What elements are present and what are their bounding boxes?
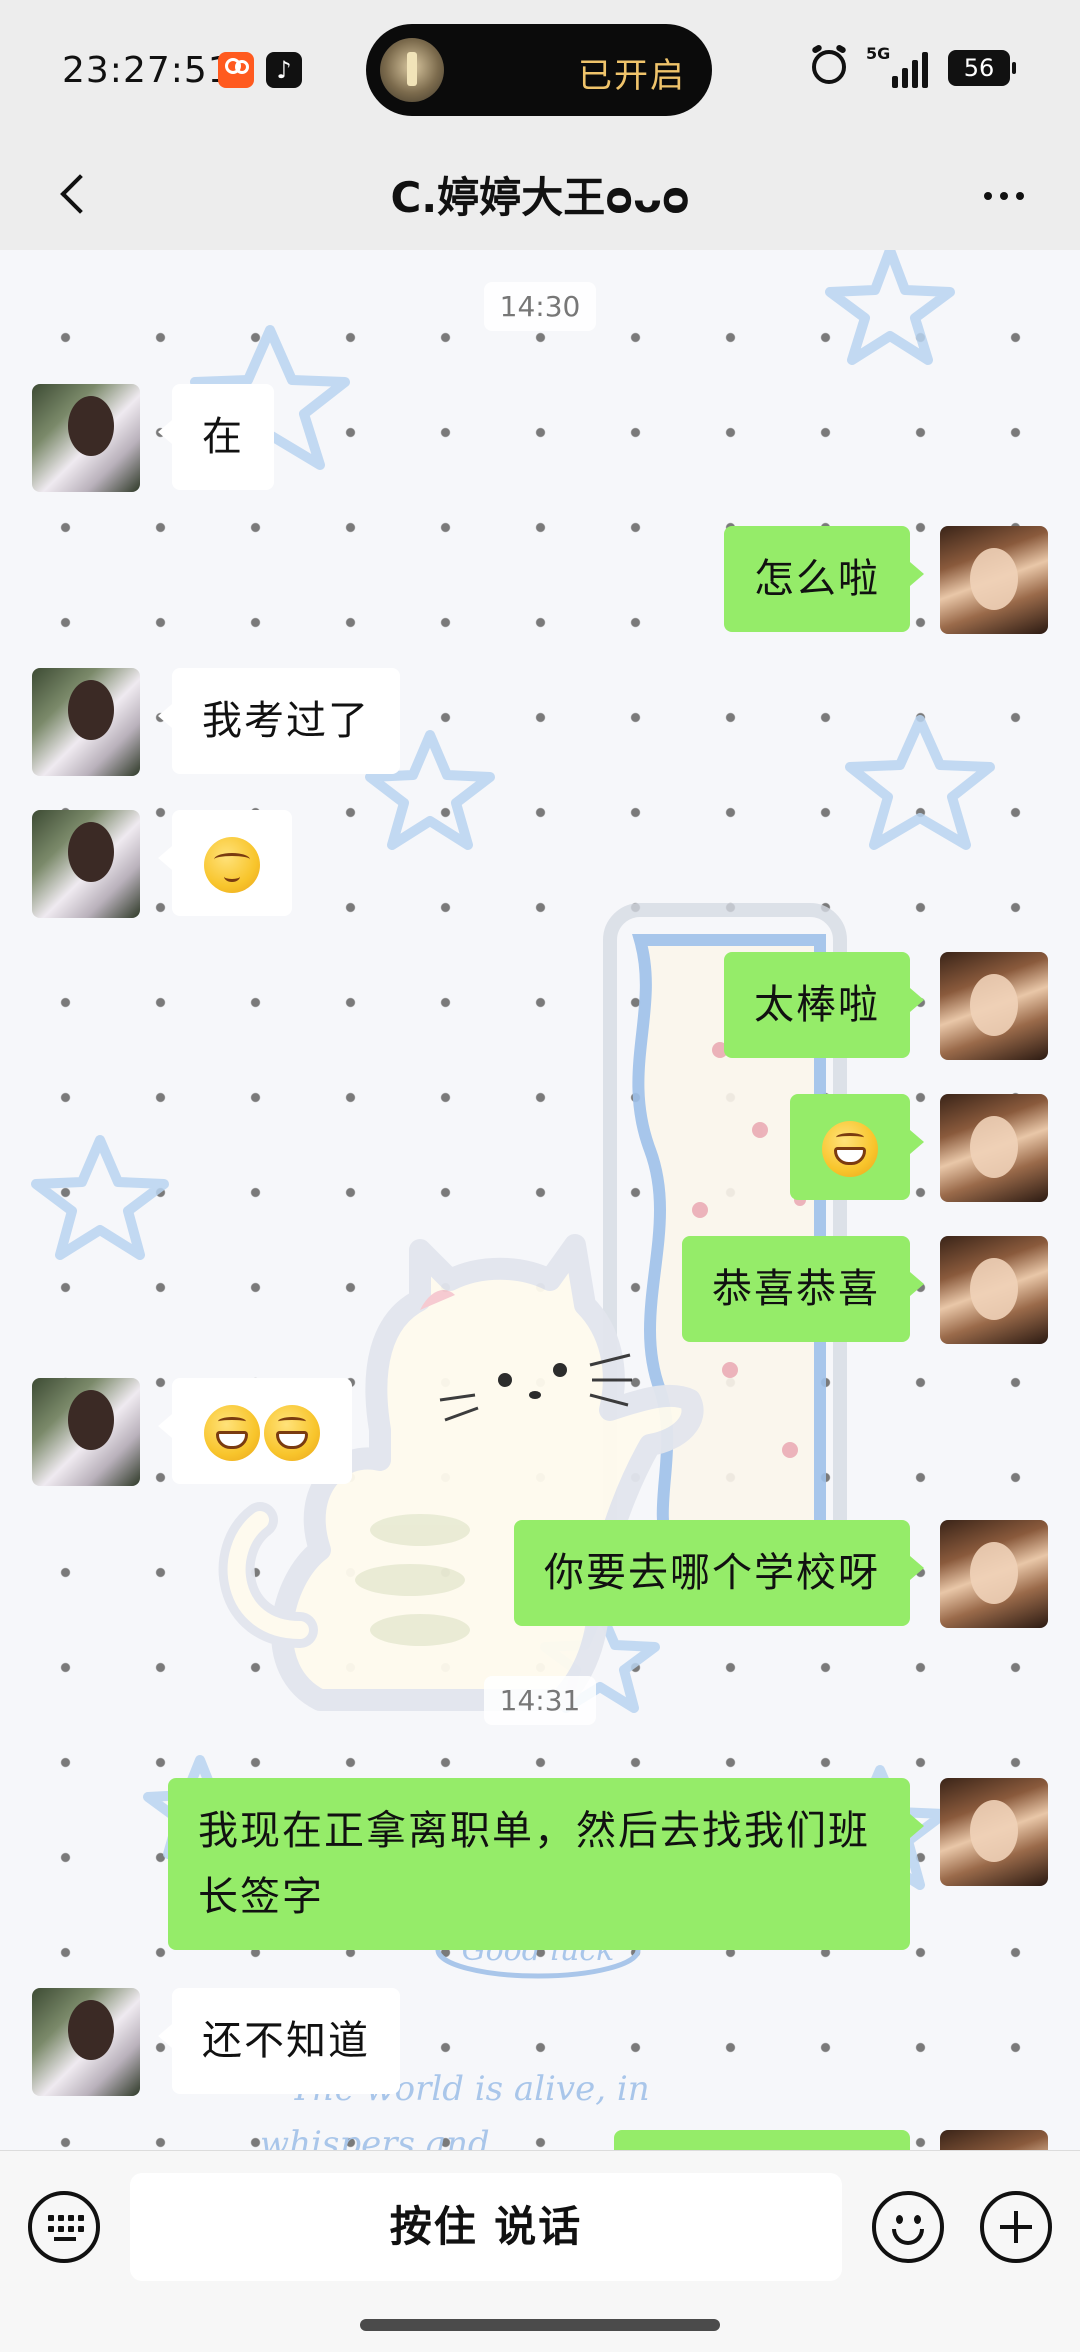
- keyboard-icon[interactable]: [28, 2191, 100, 2263]
- contact-avatar[interactable]: [32, 384, 140, 492]
- my-avatar[interactable]: [940, 2130, 1048, 2150]
- message-time: 14:31: [0, 1676, 1080, 1725]
- home-indicator[interactable]: [360, 2319, 720, 2331]
- alarm-icon: [812, 50, 846, 84]
- time-label: 14:31: [483, 1676, 597, 1725]
- message-list[interactable]: Good luck The world is alive, in whisper…: [0, 250, 1080, 2150]
- grin-emoji-icon: [264, 1405, 320, 1461]
- message-bubble-sent[interactable]: 我现在正拿离职单，然后去找我们班长签字: [168, 1778, 924, 1950]
- message-bubble-received[interactable]: [158, 1378, 352, 1484]
- message-bubble-sent[interactable]: [614, 2130, 910, 2150]
- message-bubble-received[interactable]: 我考过了: [158, 668, 400, 774]
- grin-emoji-icon: [204, 1405, 260, 1461]
- message-bubble-sent[interactable]: 恭喜恭喜: [682, 1236, 924, 1342]
- chat-title: C.婷婷大王ᴑᴗᴑ: [390, 173, 690, 222]
- contact-avatar[interactable]: [32, 1988, 140, 2096]
- wallpaper-text-3: whispers and: [260, 2124, 490, 2150]
- chat-header: C.婷婷大王ᴑᴗᴑ: [0, 140, 1080, 250]
- message-bubble-received[interactable]: 还不知道: [158, 1988, 400, 2094]
- kuaishou-icon: [218, 52, 254, 88]
- message-time: 14:30: [0, 282, 1080, 331]
- status-time: 23:27:51: [62, 50, 232, 91]
- network-type: 5G: [866, 44, 891, 63]
- time-label: 14:30: [483, 282, 597, 331]
- plus-icon[interactable]: [980, 2191, 1052, 2263]
- my-avatar[interactable]: [940, 1094, 1048, 1202]
- message-bubble-sent[interactable]: 你要去哪个学校呀: [514, 1520, 924, 1626]
- input-bar: 按住 说话: [0, 2150, 1080, 2352]
- contact-avatar[interactable]: [32, 668, 140, 776]
- my-avatar[interactable]: [940, 952, 1048, 1060]
- shy-face-emoji-icon: [204, 837, 260, 893]
- dynamic-island-flashlight[interactable]: 已开启: [366, 24, 712, 116]
- flashlight-status: 已开启: [578, 56, 686, 96]
- status-bar: 23:27:51 ♪ 已开启 5G 56: [0, 0, 1080, 140]
- message-bubble-sent[interactable]: 太棒啦: [724, 952, 924, 1058]
- message-bubble-sent[interactable]: [790, 1094, 924, 1200]
- flashlight-icon: [380, 38, 444, 102]
- contact-avatar[interactable]: [32, 1378, 140, 1486]
- grin-emoji-icon: [822, 1121, 878, 1177]
- emoji-icon[interactable]: [872, 2191, 944, 2263]
- message-bubble-received[interactable]: [158, 810, 292, 916]
- my-avatar[interactable]: [940, 526, 1048, 634]
- battery-icon: 56: [948, 50, 1016, 86]
- contact-avatar[interactable]: [32, 810, 140, 918]
- message-bubble-sent[interactable]: 怎么啦: [724, 526, 924, 632]
- message-bubble-received[interactable]: 在: [158, 384, 274, 490]
- more-options-icon[interactable]: [972, 168, 1036, 224]
- my-avatar[interactable]: [940, 1778, 1048, 1886]
- my-avatar[interactable]: [940, 1236, 1048, 1344]
- my-avatar[interactable]: [940, 1520, 1048, 1628]
- douyin-icon: ♪: [266, 52, 302, 88]
- hold-to-talk-button[interactable]: 按住 说话: [130, 2173, 842, 2281]
- chat-screen: 23:27:51 ♪ 已开启 5G 56 C.婷婷大王ᴑᴗᴑ Good luck…: [0, 0, 1080, 2352]
- signal-icon: 5G: [866, 44, 932, 88]
